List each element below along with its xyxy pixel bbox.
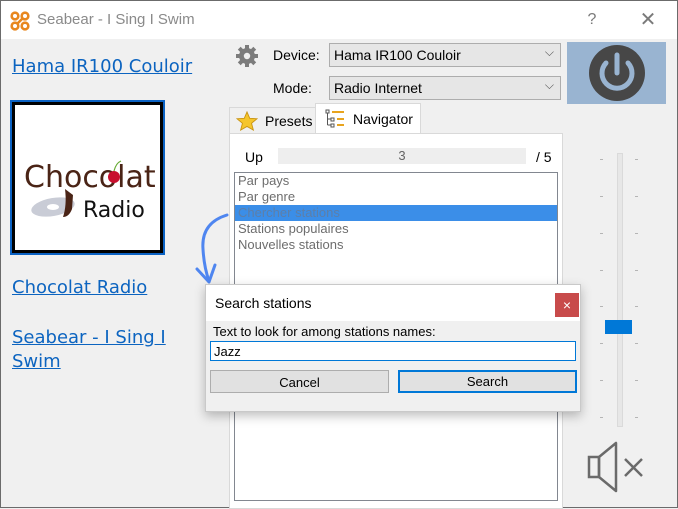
device-link[interactable]: Hama IR100 Couloir <box>12 56 192 77</box>
volume-tick <box>600 196 603 197</box>
volume-tick <box>600 343 603 344</box>
tree-icon <box>325 109 344 128</box>
list-item[interactable]: Par pays <box>235 173 557 189</box>
device-label: Device: <box>273 47 320 63</box>
volume-tick <box>600 380 603 381</box>
volume-tick <box>635 270 638 271</box>
chevron-down-icon: ⌵ <box>544 78 554 92</box>
help-button[interactable]: ? <box>581 9 603 31</box>
mute-speaker-icon[interactable] <box>586 439 648 495</box>
logo-word2: Radio <box>83 198 145 223</box>
list-item[interactable]: Par genre <box>235 189 557 205</box>
chevron-down-icon: ⌵ <box>544 45 554 59</box>
volume-tick <box>635 159 638 160</box>
main-window: Seabear - I Sing I Swim ? ✕ Hama IR100 C… <box>0 0 678 509</box>
track-link[interactable]: Seabear - I Sing I Swim <box>12 326 192 374</box>
app-logo-icon <box>10 11 30 31</box>
tab-presets-label: Presets <box>265 113 313 129</box>
volume-tick <box>600 159 603 160</box>
volume-tick <box>635 380 638 381</box>
search-prompt-label: Text to look for among stations names: <box>213 324 436 339</box>
volume-tick <box>635 343 638 344</box>
volume-tick <box>600 417 603 418</box>
volume-slider-track[interactable] <box>617 153 623 427</box>
tab-navigator-label: Navigator <box>353 111 413 127</box>
tab-presets[interactable]: Presets <box>229 107 317 134</box>
mode-label: Mode: <box>273 80 312 96</box>
star-icon <box>236 111 258 131</box>
close-button[interactable]: ✕ <box>633 7 663 33</box>
volume-tick <box>635 306 638 307</box>
power-icon <box>589 45 645 101</box>
level-indicator: 3 <box>278 148 526 164</box>
device-select-value: Hama IR100 Couloir <box>334 47 461 63</box>
volume-tick <box>600 306 603 307</box>
volume-tick <box>600 270 603 271</box>
up-button[interactable]: Up <box>245 149 263 165</box>
hint-arrow-icon <box>195 213 229 284</box>
volume-tick <box>635 417 638 418</box>
power-button[interactable] <box>567 42 666 104</box>
mode-select-value: Radio Internet <box>334 80 422 96</box>
title-bar: Seabear - I Sing I Swim ? ✕ <box>1 1 677 39</box>
dialog-close-button[interactable]: × <box>555 293 579 317</box>
volume-tick <box>600 233 603 234</box>
list-item[interactable]: Stations populaires <box>235 221 557 237</box>
list-item-selected[interactable]: Chercher stations <box>235 205 557 221</box>
search-stations-dialog: Search stations × Text to look for among… <box>205 284 581 412</box>
mode-select[interactable]: Radio Internet ⌵ <box>329 76 561 100</box>
search-input[interactable] <box>210 341 576 361</box>
station-logo[interactable]: Chocolat Radio <box>10 100 165 255</box>
level-total: / 5 <box>536 149 552 165</box>
dialog-title-bar: Search stations <box>206 285 580 321</box>
list-item[interactable]: Nouvelles stations <box>235 237 557 253</box>
device-select[interactable]: Hama IR100 Couloir ⌵ <box>329 43 561 67</box>
settings-gear-icon[interactable] <box>235 44 259 68</box>
volume-tick <box>635 233 638 234</box>
chocolat-radio-logo-image: Chocolat Radio <box>24 160 156 223</box>
dialog-title: Search stations <box>215 295 312 311</box>
station-link[interactable]: Chocolat Radio <box>12 277 147 298</box>
window-title: Seabear - I Sing I Swim <box>37 11 195 28</box>
tab-navigator[interactable]: Navigator <box>315 103 421 134</box>
volume-slider-thumb[interactable] <box>605 320 632 334</box>
logo-word1: Chocolat <box>24 160 156 195</box>
search-button[interactable]: Search <box>398 370 577 393</box>
volume-tick <box>635 196 638 197</box>
cancel-button[interactable]: Cancel <box>210 370 389 393</box>
